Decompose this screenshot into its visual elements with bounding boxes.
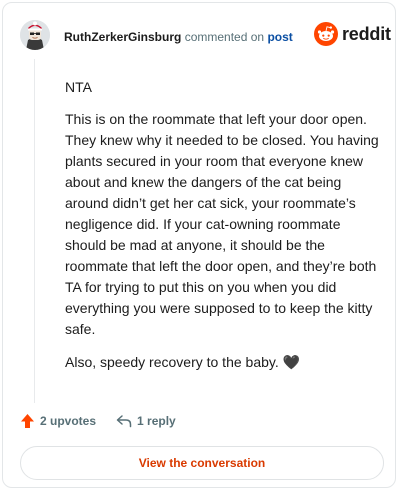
- comment-header: RuthZerkerGinsburg commented on post: [64, 30, 293, 44]
- view-conversation-button[interactable]: View the conversation: [20, 446, 384, 480]
- comment-body: NTA This is on the roommate that left yo…: [65, 77, 381, 385]
- reddit-logo-icon: [314, 22, 338, 46]
- comment-actions: 2 upvotes 1 reply: [20, 413, 176, 429]
- upvote-label: 2 upvotes: [40, 414, 97, 428]
- thread-line: [34, 59, 35, 403]
- upvote-arrow-icon: [21, 414, 34, 428]
- comment-paragraph: NTA: [65, 79, 92, 95]
- reply-arrow-icon: [116, 415, 132, 428]
- reply-count[interactable]: 1 reply: [116, 414, 176, 428]
- reply-label: 1 reply: [137, 414, 176, 428]
- comment-paragraph: Also, speedy recovery to the baby. 🖤: [65, 354, 301, 370]
- comment-paragraph: This is on the roommate that left your d…: [65, 111, 379, 337]
- avatar[interactable]: [20, 20, 50, 50]
- username-link[interactable]: RuthZerkerGinsburg: [64, 30, 181, 44]
- action-text: commented on: [184, 30, 265, 44]
- reddit-logo[interactable]: reddit: [314, 22, 391, 46]
- upvote-count[interactable]: 2 upvotes: [20, 413, 96, 429]
- post-link[interactable]: post: [267, 30, 292, 44]
- reddit-wordmark: reddit: [342, 23, 391, 44]
- avatar-icon: [20, 20, 50, 50]
- embedded-comment-card: RuthZerkerGinsburg commented on post red…: [2, 2, 396, 488]
